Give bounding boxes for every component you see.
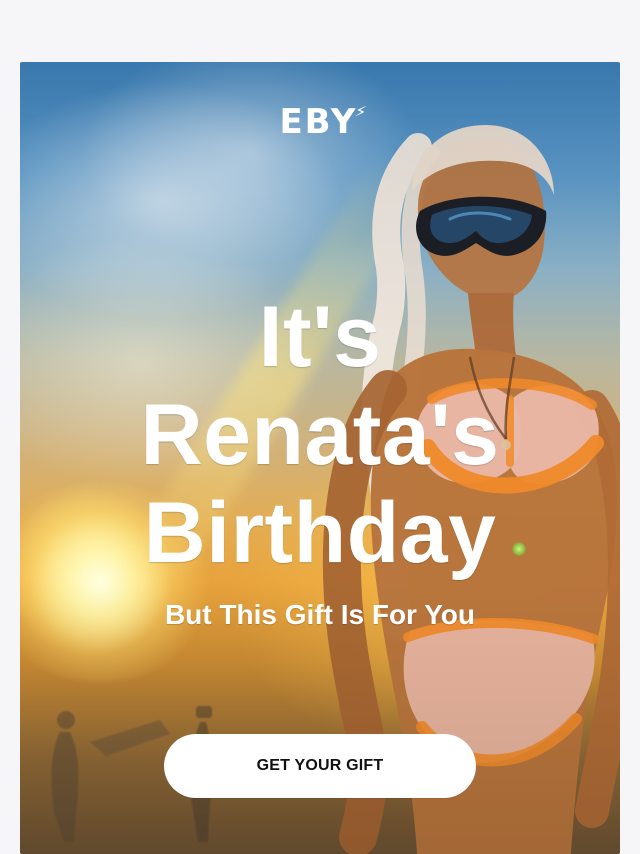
headline-line-2: Renata's	[140, 387, 500, 483]
headline-line-1: It's	[258, 289, 382, 385]
headline-line-3: Birthday	[143, 485, 497, 581]
email-hero-frame: EBY ⚡︎ It's Renata's Birthday But This Gi…	[20, 62, 620, 854]
get-your-gift-button[interactable]: GET YOUR GIFT	[164, 734, 476, 798]
hero-headline: It's Renata's Birthday	[20, 288, 620, 582]
brand-logo: EBY ⚡︎	[279, 100, 368, 144]
brand-logo-text: EBY	[279, 102, 358, 142]
hero-subheadline: But This Gift Is For You	[164, 599, 476, 630]
